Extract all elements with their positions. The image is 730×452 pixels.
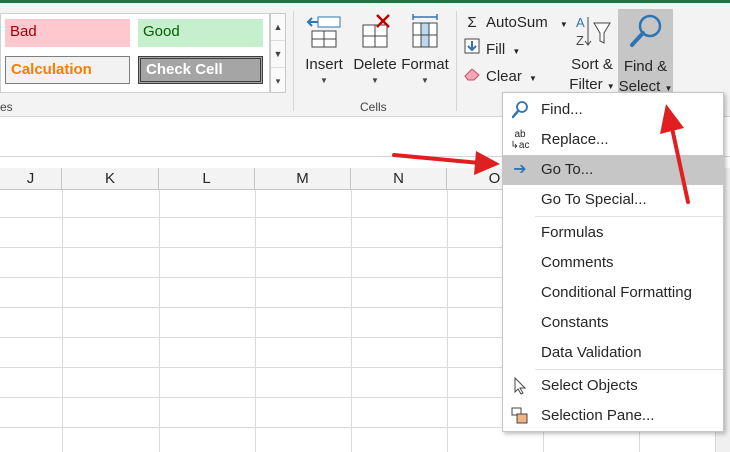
column-header-k[interactable]: K (62, 168, 159, 190)
menu-item-replace[interactable]: ab ↳ac Replace... (503, 125, 723, 155)
replace-icon: ab ↳ac (510, 129, 530, 151)
clear-button[interactable]: Clear ▼ (462, 65, 537, 89)
column-header-m[interactable]: M (255, 168, 351, 190)
gallery-scrollbar[interactable]: ▲ ▼ ▾ (270, 13, 286, 93)
menu-item-label: Replace... (541, 131, 609, 148)
style-check-cell[interactable]: Check Cell (138, 56, 263, 84)
gallery-more-icon[interactable]: ▾ (271, 68, 285, 94)
delete-button[interactable]: Delete ▼ (350, 11, 400, 87)
sort-filter-label-1: Sort & (571, 56, 613, 73)
sort-filter-icon: A Z (576, 15, 611, 48)
gridline (62, 190, 63, 452)
arrow-right-icon: ➔ (513, 161, 527, 178)
menu-item-select-objects[interactable]: Select Objects (503, 371, 723, 401)
chevron-down-icon: ▼ (371, 76, 379, 85)
cells-group-label: Cells (360, 100, 387, 114)
insert-label: Insert (305, 56, 343, 73)
format-button[interactable]: Format ▼ (400, 11, 450, 87)
sort-filter-label-2-text: Filter (569, 76, 603, 93)
menu-item-go-to[interactable]: ➔ Go To... (503, 155, 723, 185)
menu-item-label: Find... (541, 101, 583, 118)
insert-button[interactable]: Insert ▼ (300, 11, 348, 87)
autosum-label: AutoSum (486, 14, 548, 31)
divider (456, 11, 457, 111)
menu-item-label: Go To... (541, 161, 594, 178)
menu-item-conditional-formatting[interactable]: Conditional Formatting (503, 278, 723, 308)
clear-label: Clear (486, 68, 522, 85)
format-label: Format (401, 56, 449, 73)
gridline (255, 190, 256, 452)
gridline (351, 190, 352, 452)
column-header-j[interactable]: J (0, 168, 62, 190)
delete-label: Delete (353, 56, 397, 73)
menu-item-label: Formulas (541, 224, 604, 241)
format-icon (412, 14, 438, 48)
find-select-label-1: Find & (623, 58, 668, 75)
gridline (447, 190, 448, 452)
insert-icon (306, 16, 341, 48)
fill-button[interactable]: Fill ▼ (462, 38, 520, 62)
menu-separator (535, 216, 723, 217)
svg-text:Z: Z (576, 33, 584, 48)
menu-item-label: Conditional Formatting (541, 284, 692, 301)
delete-icon (362, 14, 390, 48)
fill-label: Fill (486, 41, 506, 58)
style-good[interactable]: Good (138, 19, 263, 47)
eraser-icon (462, 65, 482, 89)
fill-down-icon (462, 38, 482, 62)
menu-item-label: Selection Pane... (541, 407, 655, 424)
chevron-down-icon: ▼ (320, 76, 328, 85)
style-calculation[interactable]: Calculation (5, 56, 130, 84)
column-header-n[interactable]: N (351, 168, 447, 190)
chevron-down-icon: ▼ (606, 82, 615, 91)
sort-filter-button[interactable]: A Z Sort & Filter ▼ (566, 11, 618, 97)
divider (293, 11, 294, 111)
menu-item-label: Select Objects (541, 377, 638, 394)
autosum-button[interactable]: Σ AutoSum ▼ (462, 11, 567, 35)
menu-item-label: Comments (541, 254, 614, 271)
menu-separator (535, 369, 723, 370)
chevron-down-icon: ▼ (512, 47, 521, 56)
menu-item-selection-pane[interactable]: Selection Pane... (503, 401, 723, 431)
menu-item-go-to-special[interactable]: Go To Special... (503, 185, 723, 215)
sigma-icon: Σ (467, 14, 477, 31)
menu-item-label: Data Validation (541, 344, 642, 361)
menu-item-constants[interactable]: Constants (503, 308, 723, 338)
find-select-menu: Find... ab ↳ac Replace... ➔ Go To... Go T… (502, 92, 724, 432)
column-header-l[interactable]: L (159, 168, 255, 190)
gallery-down-icon[interactable]: ▼ (271, 41, 285, 68)
svg-text:A: A (576, 15, 585, 30)
menu-item-data-validation[interactable]: Data Validation (503, 338, 723, 368)
menu-item-label: Constants (541, 314, 609, 331)
chevron-down-icon: ▼ (529, 74, 537, 83)
menu-item-formulas[interactable]: Formulas (503, 218, 723, 248)
search-icon (629, 14, 661, 47)
selection-pane-icon (509, 401, 531, 436)
find-select-button[interactable]: Find & Select ▼ (618, 9, 673, 95)
menu-item-find[interactable]: Find... (503, 95, 723, 125)
chevron-down-icon: ▼ (421, 76, 429, 85)
styles-group-label: es (0, 100, 13, 114)
gallery-up-icon[interactable]: ▲ (271, 14, 285, 41)
menu-item-label: Go To Special... (541, 191, 647, 208)
gridline (159, 190, 160, 452)
menu-item-comments[interactable]: Comments (503, 248, 723, 278)
style-bad[interactable]: Bad (5, 19, 130, 47)
